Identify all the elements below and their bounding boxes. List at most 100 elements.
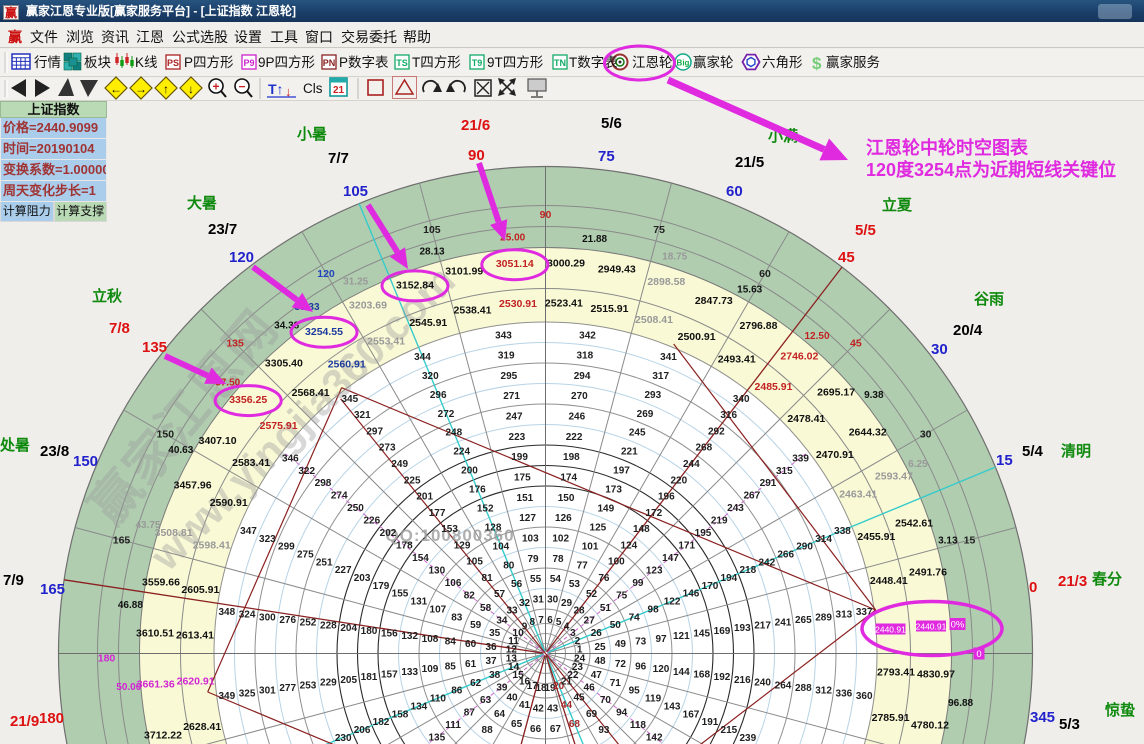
svg-text:PN: PN [323, 58, 336, 68]
svg-text:T数字表: T数字表 [569, 55, 618, 70]
svg-text:2847.73: 2847.73 [695, 295, 733, 307]
svg-text:TN: TN [554, 58, 566, 68]
svg-text:340: 340 [733, 394, 750, 405]
svg-text:23/8: 23/8 [40, 443, 69, 460]
svg-text:P9: P9 [243, 58, 254, 68]
svg-text:132: 132 [401, 631, 418, 642]
svg-text:TS: TS [396, 58, 408, 68]
svg-text:123: 123 [646, 566, 663, 577]
svg-text:150: 150 [73, 453, 98, 470]
svg-text:83: 83 [451, 612, 463, 623]
svg-text:349: 349 [218, 691, 235, 702]
svg-text:343: 343 [495, 330, 512, 341]
svg-text:90: 90 [540, 209, 552, 221]
svg-text:126: 126 [555, 513, 572, 524]
svg-text:75: 75 [598, 148, 615, 165]
svg-text:37: 37 [485, 656, 497, 667]
svg-text:2583.41: 2583.41 [232, 457, 270, 469]
svg-text:360: 360 [856, 691, 873, 702]
svg-text:88: 88 [482, 725, 494, 736]
svg-text:34: 34 [496, 616, 508, 627]
svg-text:78: 78 [552, 554, 564, 565]
svg-text:292: 292 [708, 427, 725, 438]
svg-text:150: 150 [157, 429, 175, 441]
svg-text:244: 244 [683, 459, 700, 470]
svg-text:135: 135 [226, 338, 244, 350]
svg-text:315: 315 [776, 466, 793, 477]
svg-text:312: 312 [815, 686, 832, 697]
svg-text:3152.84: 3152.84 [396, 279, 434, 291]
svg-text:134: 134 [411, 701, 428, 712]
svg-text:T四方形: T四方形 [412, 55, 461, 70]
svg-text:21/5: 21/5 [735, 154, 764, 171]
svg-text:P数字表: P数字表 [339, 55, 389, 70]
svg-text:86: 86 [451, 686, 463, 697]
svg-text:2746.02: 2746.02 [780, 351, 818, 363]
svg-text:98: 98 [648, 604, 660, 615]
svg-text:45: 45 [573, 693, 585, 704]
svg-text:40: 40 [506, 693, 518, 704]
svg-text:2593.47: 2593.47 [875, 471, 913, 483]
svg-text:297: 297 [366, 427, 383, 438]
svg-text:小满: 小满 [768, 127, 798, 145]
svg-text:130: 130 [428, 566, 445, 577]
svg-text:P四方形: P四方形 [184, 55, 234, 70]
svg-text:0: 0 [1029, 579, 1037, 596]
svg-text:192: 192 [714, 672, 731, 683]
svg-text:206: 206 [354, 725, 371, 736]
svg-text:15.63: 15.63 [737, 284, 762, 295]
svg-text:23/7: 23/7 [208, 221, 237, 238]
svg-text:176: 176 [469, 485, 486, 496]
svg-text:3356.25: 3356.25 [229, 394, 267, 406]
svg-text:3203.69: 3203.69 [349, 300, 387, 312]
svg-text:179: 179 [373, 581, 390, 592]
svg-text:298: 298 [315, 478, 332, 489]
svg-text:324: 324 [239, 610, 256, 621]
svg-text:314: 314 [815, 534, 832, 545]
svg-text:290: 290 [796, 542, 813, 553]
svg-text:152: 152 [477, 504, 494, 515]
svg-text:182: 182 [373, 717, 390, 728]
svg-text:76: 76 [598, 573, 610, 584]
svg-text:80: 80 [503, 560, 515, 571]
svg-text:153: 153 [441, 524, 458, 535]
svg-text:45: 45 [850, 338, 862, 350]
svg-text:2785.91: 2785.91 [872, 712, 910, 724]
svg-text:170: 170 [702, 581, 719, 592]
svg-text:3559.66: 3559.66 [142, 577, 180, 589]
svg-text:4780.12: 4780.12 [911, 719, 949, 731]
svg-text:37.50: 37.50 [215, 378, 240, 389]
svg-text:149: 149 [597, 504, 614, 515]
svg-text:5/6: 5/6 [601, 115, 622, 132]
svg-text:36: 36 [485, 642, 497, 653]
svg-text:74: 74 [629, 612, 641, 623]
svg-text:239: 239 [739, 733, 756, 744]
svg-text:K线: K线 [135, 55, 158, 70]
svg-text:立秋: 立秋 [92, 287, 123, 305]
svg-text:322: 322 [298, 466, 315, 477]
svg-text:294: 294 [574, 371, 591, 382]
svg-text:85: 85 [445, 662, 457, 673]
svg-text:180: 180 [39, 710, 64, 727]
svg-text:216: 216 [734, 675, 751, 686]
svg-text:193: 193 [734, 623, 751, 634]
svg-text:62: 62 [470, 678, 482, 689]
svg-text:↓: ↓ [188, 82, 194, 96]
svg-text:15: 15 [964, 534, 976, 546]
svg-text:5: 5 [556, 617, 562, 628]
svg-text:12.50: 12.50 [804, 331, 829, 342]
svg-text:250: 250 [347, 503, 364, 514]
svg-text:2575.91: 2575.91 [260, 420, 298, 432]
svg-text:226: 226 [363, 516, 380, 527]
svg-text:144: 144 [673, 667, 690, 678]
svg-text:252: 252 [300, 618, 317, 629]
svg-text:151: 151 [517, 493, 534, 504]
svg-text:43: 43 [547, 704, 559, 715]
svg-text:2949.43: 2949.43 [598, 264, 636, 276]
svg-text:51: 51 [600, 603, 612, 614]
svg-text:21/3: 21/3 [1058, 573, 1087, 590]
svg-text:90: 90 [468, 147, 485, 164]
svg-text:245: 245 [629, 428, 646, 439]
svg-text:3305.40: 3305.40 [265, 357, 303, 369]
svg-text:9P四方形: 9P四方形 [258, 55, 316, 70]
